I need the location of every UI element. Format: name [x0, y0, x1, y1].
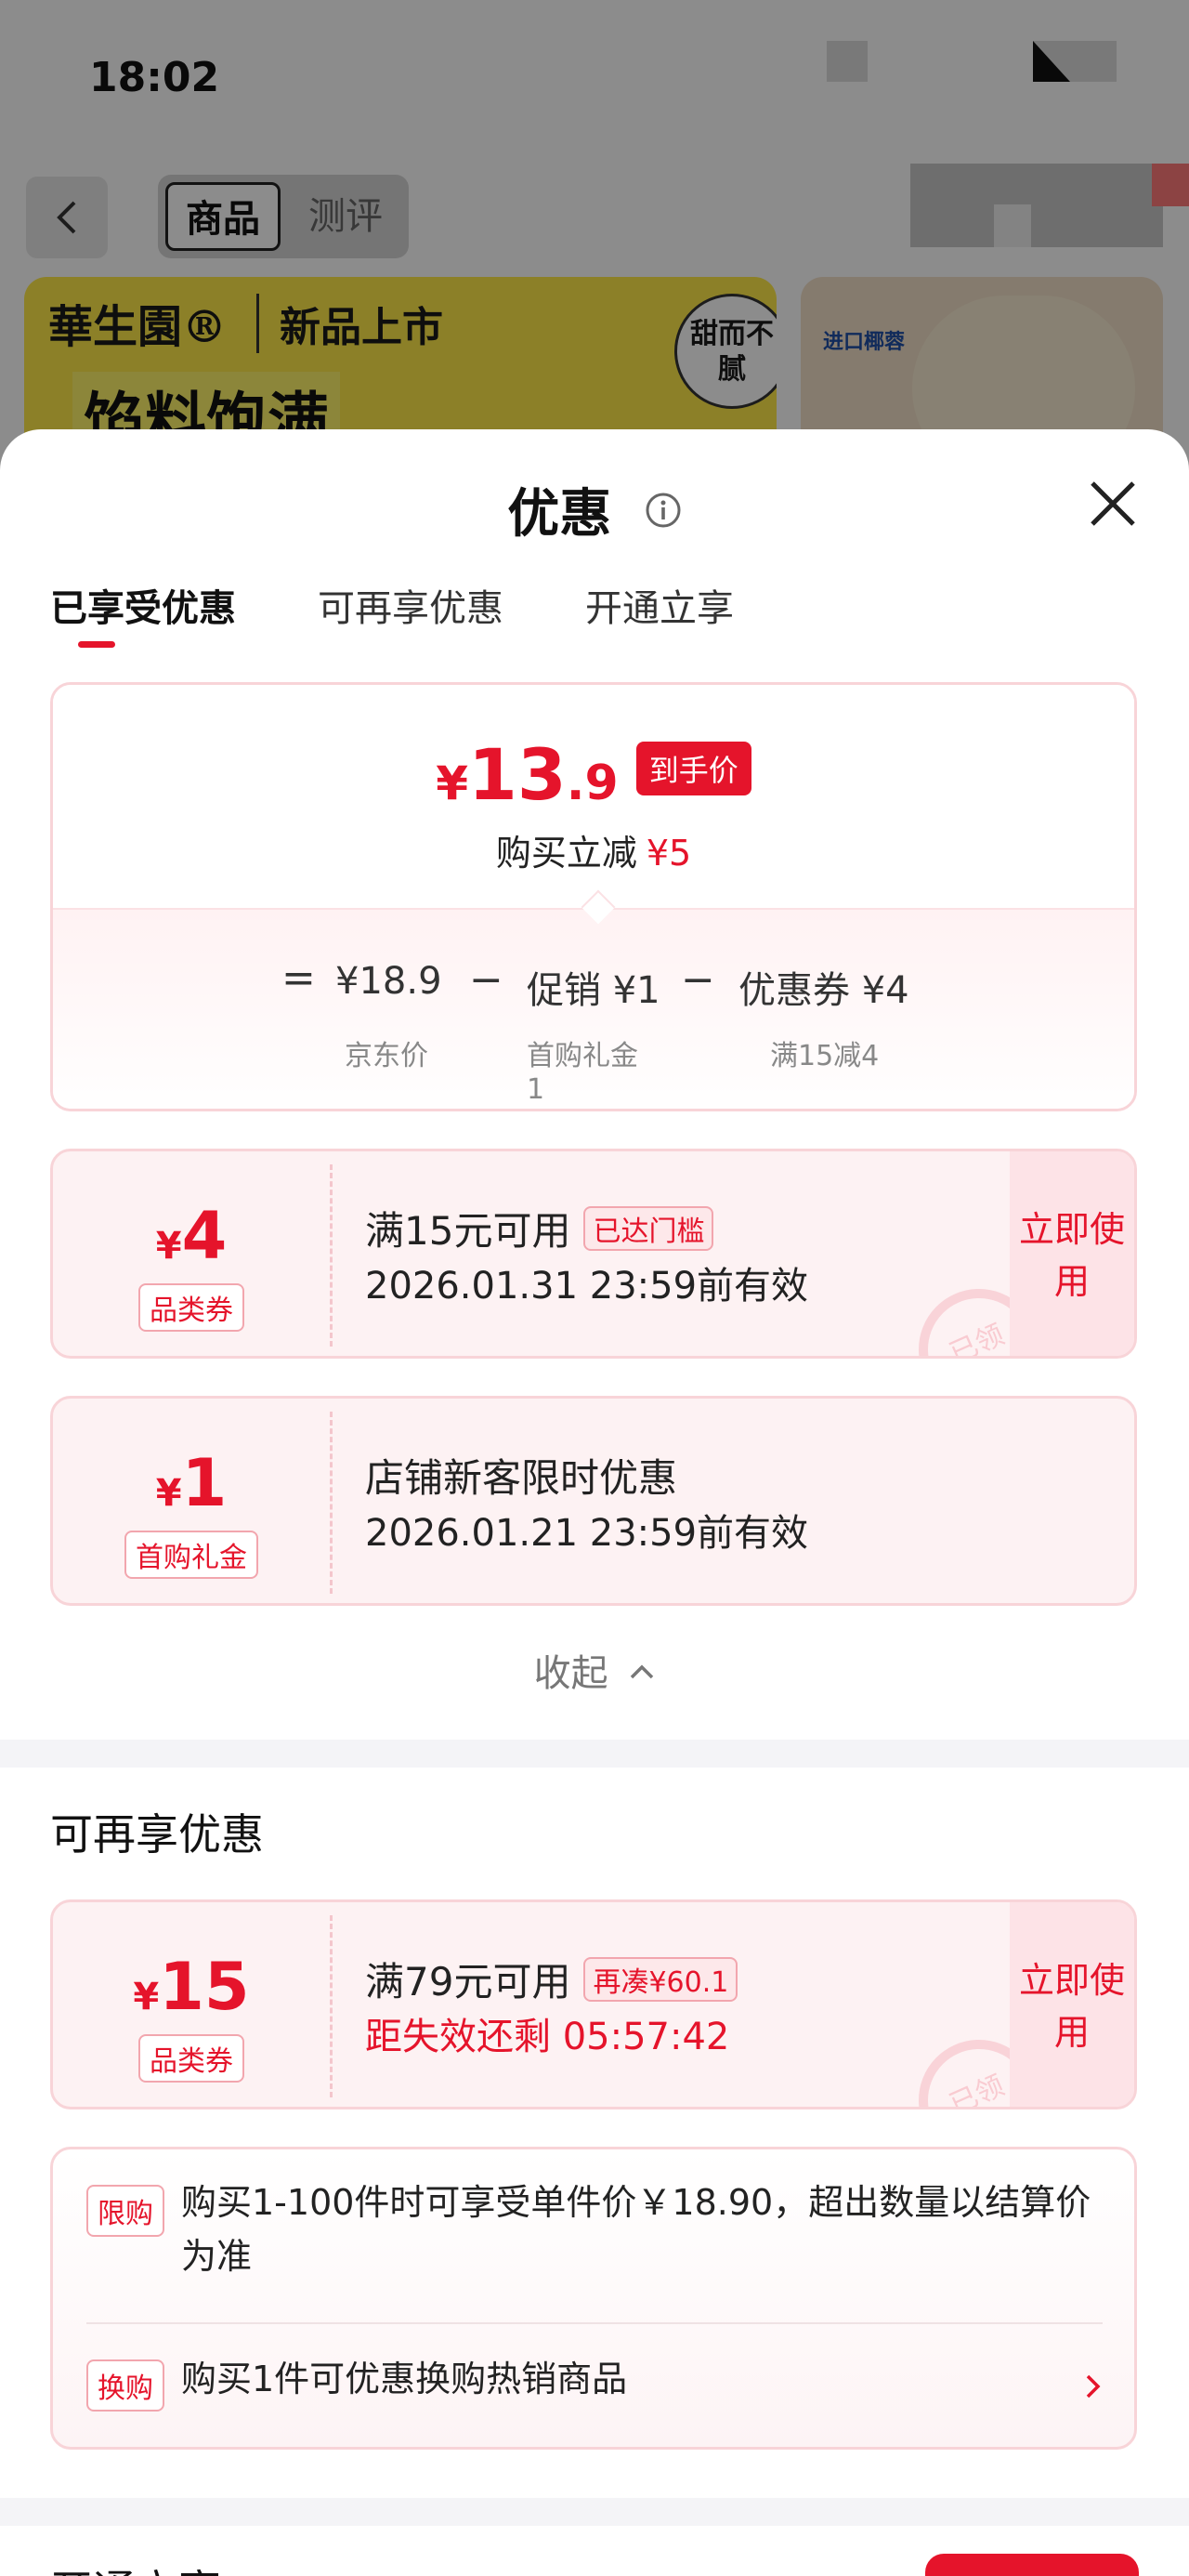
price-currency: ¥ [436, 756, 468, 810]
promo-discount: 促销 ¥1 [527, 969, 660, 1012]
equals-sign: = [281, 954, 316, 1002]
coupon-condition-text: 满79元可用 [365, 1959, 571, 2004]
coupon-type: 品类券 [138, 2034, 244, 2083]
use-now-button[interactable]: 立即使用 [1010, 1151, 1134, 1356]
coupon-type: 首购礼金 [124, 1531, 258, 1579]
coupon-amount: ¥1 [53, 1445, 330, 1521]
jd-price-label: 京东价 [345, 1040, 428, 1072]
tab-more[interactable]: 可再享优惠 [318, 578, 503, 632]
coupon-currency: ¥ [133, 1976, 160, 2018]
section-title: 可再享优惠 [50, 1809, 264, 1860]
collapse-label: 收起 [533, 1652, 608, 1695]
coupon-value: 4 [181, 1198, 228, 1274]
use-now-button[interactable]: 立即使用 [1010, 1902, 1134, 2107]
price-decimal: .9 [566, 756, 619, 811]
coupon-value: 15 [159, 1949, 250, 2025]
jd-price: ¥18.9 [335, 960, 442, 1003]
exchange-tag: 换购 [86, 2359, 164, 2412]
threshold-badge: 已达门槛 [583, 1206, 714, 1251]
price-reduction: 购买立减 ¥5 [53, 824, 1134, 875]
coupon-countdown: 距失效还剩 05:57:42 [365, 2016, 730, 2058]
chevron-right-icon[interactable] [1084, 2372, 1103, 2400]
tab-indicator [78, 641, 115, 648]
coupon-amount: ¥4 [53, 1198, 330, 1274]
promo-label: 首购礼金 [527, 1040, 638, 1072]
section-divider [0, 2498, 1189, 2526]
coupon-validity: 2026.01.31 23:59前有效 [365, 1265, 809, 1308]
coupon-divider [330, 1412, 333, 1594]
chevron-up-icon [631, 1664, 654, 1679]
rule-divider [86, 2322, 1103, 2324]
coupon-value-area: ¥1 首购礼金 [53, 1399, 330, 1603]
limit-text: 购买1-100件时可享受单件价￥18.90，超出数量以结算价为准 [181, 2182, 1091, 2277]
open-button[interactable] [925, 2554, 1139, 2576]
coupon-currency: ¥ [155, 1472, 182, 1515]
background-product-page: 18:02 商品 测评 華生園® 新品上市 馅料饱满 甜而不腻 进口椰蓉 [0, 0, 1189, 483]
coupon-condition-text: 满15元可用 [365, 1208, 571, 1254]
section-title: 开通立享 [50, 2557, 221, 2576]
coupon-label: 满15减4 [770, 1040, 880, 1072]
coupon-card: ¥4 品类券 满15元可用 已达门槛 2026.01.31 23:59前有效 已领… [50, 1149, 1137, 1359]
coupon-card: ¥15 品类券 满79元可用 再凑¥60.1 距失效还剩 05:57:42 已领 … [50, 1899, 1137, 2109]
coupon-divider [330, 1915, 333, 2097]
close-icon[interactable] [1085, 476, 1141, 532]
discount-sheet: 优惠 已享受优惠 可再享优惠 开通立享 ¥13.9 到手价 购买立减 ¥5 = ¥… [0, 429, 1189, 2576]
coupon-divider [330, 1164, 333, 1347]
final-price-tag: 到手价 [635, 742, 751, 795]
collapse-button[interactable]: 收起 [0, 1643, 1189, 1697]
reduction-label: 购买立减 [495, 833, 637, 874]
coupon-condition: 满15元可用 已达门槛 [365, 1200, 714, 1256]
coupon-value: 1 [181, 1445, 228, 1521]
coupon-amount: ¥15 [53, 1949, 330, 2025]
minus-sign: − [469, 956, 503, 1004]
coupon-type: 品类券 [138, 1283, 244, 1332]
limit-tag: 限购 [86, 2185, 164, 2237]
price-breakdown-card: ¥13.9 到手价 购买立减 ¥5 = ¥18.9 京东价 − 促销 ¥1 首购礼… [50, 682, 1137, 1111]
coupon-currency: ¥ [155, 1225, 182, 1268]
sheet-title: 优惠 [507, 484, 612, 545]
sheet-header: 优惠 [0, 472, 1189, 547]
reduction-amount: ¥5 [646, 833, 692, 874]
exchange-text[interactable]: 购买1件可优惠换购热销商品 [181, 2352, 1091, 2406]
coupon-value-area: ¥15 品类券 [53, 1902, 330, 2107]
info-icon[interactable] [645, 492, 682, 529]
purchase-rules: 限购 购买1-100件时可享受单件价￥18.90，超出数量以结算价为准 换购 购… [50, 2147, 1137, 2450]
coupon-validity: 2026.01.21 23:59前有效 [365, 1512, 809, 1555]
section-divider [0, 1740, 1189, 1768]
coupon-discount: 优惠券 ¥4 [738, 969, 909, 1012]
price-integer: 13 [467, 733, 567, 816]
coupon-condition: 满79元可用 再凑¥60.1 [365, 1951, 738, 2007]
coupon-value-area: ¥4 品类券 [53, 1151, 330, 1356]
coupon-condition: 店铺新客限时优惠 [365, 1455, 678, 1501]
promo-label-count: 1 [527, 1073, 545, 1106]
tab-enjoyed[interactable]: 已享受优惠 [50, 578, 236, 632]
shortfall-badge: 再凑¥60.1 [583, 1957, 738, 2002]
final-price: ¥13.9 到手价 [53, 733, 1134, 816]
coupon-card: ¥1 首购礼金 店铺新客限时优惠 2026.01.21 23:59前有效 [50, 1396, 1137, 1606]
tab-open[interactable]: 开通立享 [585, 578, 734, 632]
minus-sign: − [681, 956, 715, 1004]
modal-overlay[interactable] [0, 0, 1189, 483]
